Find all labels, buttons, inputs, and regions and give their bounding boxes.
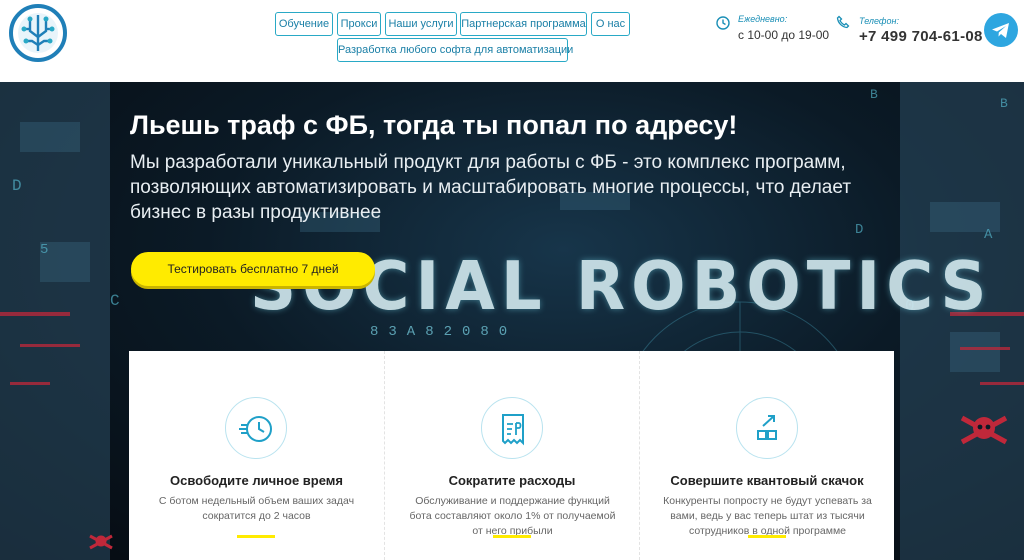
telegram-button[interactable] bbox=[984, 13, 1018, 47]
benefit-title: Сократите расходы bbox=[448, 473, 576, 488]
receipt-icon bbox=[481, 397, 543, 459]
benefits-panel: Освободите личное время С ботом недельны… bbox=[129, 351, 894, 560]
accent-underline bbox=[748, 535, 786, 538]
growth-icon bbox=[736, 397, 798, 459]
benefit-card: Освободите личное время С ботом недельны… bbox=[129, 351, 384, 560]
nav-link-about[interactable]: О нас bbox=[591, 12, 630, 36]
nav-link-software-dev[interactable]: Разработка любого софта для автоматизаци… bbox=[337, 38, 573, 62]
telegram-icon bbox=[992, 23, 1009, 38]
code-glyph: A bbox=[984, 227, 993, 243]
benefit-title: Освободите личное время bbox=[170, 473, 343, 488]
benefit-text: Конкуренты попросту не будут успевать за… bbox=[663, 495, 872, 537]
code-glyph: D bbox=[12, 177, 22, 195]
nav-link-training[interactable]: Обучение bbox=[275, 12, 333, 36]
benefit-text: С ботом недельный объем ваших задач сокр… bbox=[158, 495, 355, 522]
benefit-title: Совершите квантовый скачок bbox=[670, 473, 864, 488]
clock-icon bbox=[716, 16, 730, 30]
site-header: Обучение Прокси Наши услуги Партнерская … bbox=[0, 0, 1024, 82]
benefit-card: Сократите расходы Обслуживание и поддерж… bbox=[384, 351, 639, 560]
brand-digits: 83A82080 bbox=[370, 324, 518, 340]
working-hours: Ежедневно: с 10-00 до 19-00 bbox=[738, 14, 829, 42]
hero-title: Льешь траф с ФБ, тогда ты попал по адрес… bbox=[130, 110, 738, 140]
nav-link-partner[interactable]: Партнерская программа bbox=[460, 12, 587, 36]
skull-icon bbox=[960, 415, 1008, 445]
nav-link-services[interactable]: Наши услуги bbox=[385, 12, 457, 36]
code-glyph: 5 bbox=[40, 242, 49, 258]
benefit-text: Обслуживание и поддержание функций бота … bbox=[409, 495, 616, 537]
hours-label: Ежедневно: bbox=[738, 14, 788, 24]
nav-link-proxy[interactable]: Прокси bbox=[337, 12, 381, 36]
clock-history-icon bbox=[225, 397, 287, 459]
trial-button[interactable]: Тестировать бесплатно 7 дней bbox=[131, 252, 375, 286]
benefit-card: Совершите квантовый скачок Конкуренты по… bbox=[639, 351, 894, 560]
logo-icon[interactable] bbox=[8, 3, 68, 63]
accent-underline bbox=[493, 535, 531, 538]
hero-subtitle: Мы разработали уникальный продукт для ра… bbox=[130, 152, 852, 223]
skull-small-icon bbox=[89, 534, 113, 550]
phone-icon bbox=[836, 15, 850, 29]
phone-label: Телефон: bbox=[859, 16, 899, 26]
code-glyph: C bbox=[110, 292, 120, 310]
code-glyph: B bbox=[1000, 96, 1008, 111]
hours-value: с 10-00 до 19-00 bbox=[738, 28, 830, 42]
phone-block: Телефон: +7 499 704-61-08 bbox=[859, 16, 983, 45]
accent-underline bbox=[237, 535, 275, 538]
code-glyph: B bbox=[870, 87, 878, 102]
phone-number[interactable]: +7 499 704-61-08 bbox=[859, 28, 983, 45]
